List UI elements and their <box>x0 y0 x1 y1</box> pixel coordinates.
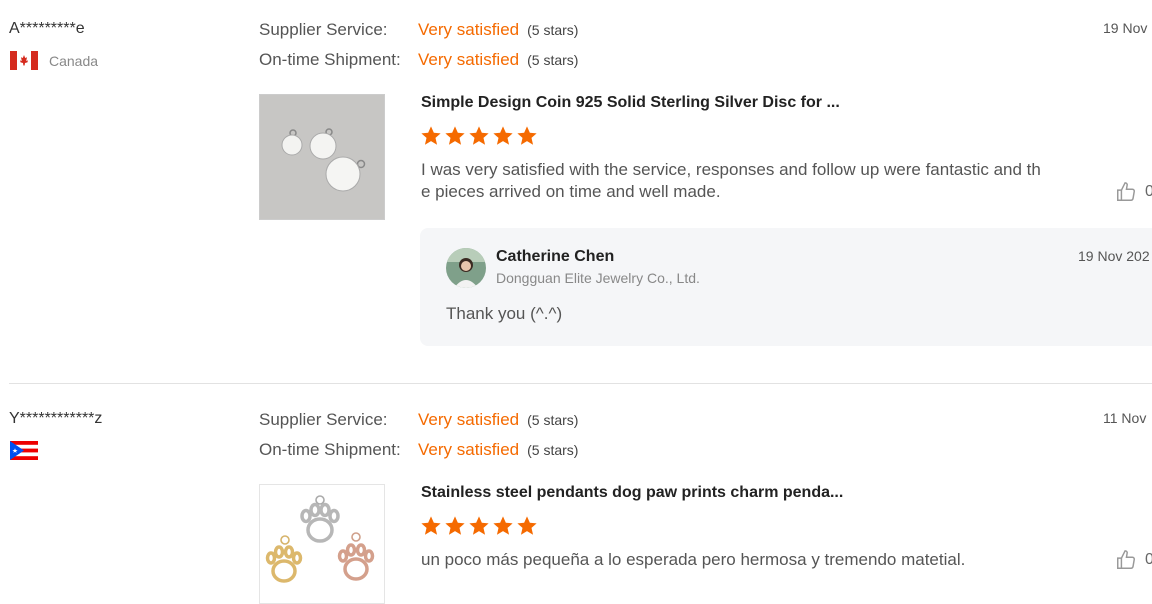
product-title-link[interactable]: Simple Design Coin 925 Solid Sterling Si… <box>421 94 840 112</box>
rating-value: Very satisfied <box>418 410 520 429</box>
product-rating-stars <box>420 125 538 147</box>
star-icon <box>469 516 489 535</box>
reply-company: Dongguan Elite Jewelry Co., Ltd. <box>496 270 700 286</box>
product-image[interactable] <box>259 484 385 604</box>
review-item: Y************z Supplier Service: Very sat… <box>0 390 1152 604</box>
star-icon <box>493 516 513 535</box>
star-icon <box>421 126 441 145</box>
product-rating-stars <box>420 515 538 537</box>
rating-stars-text: (5 stars) <box>527 22 579 38</box>
star-icon <box>445 126 465 145</box>
thumbs-up-icon <box>1117 182 1135 201</box>
avatar <box>446 248 486 288</box>
like-button[interactable]: 0 <box>1115 549 1152 571</box>
star-icon <box>421 516 441 535</box>
review-date: 11 Nov <box>1103 410 1147 426</box>
star-icon <box>493 126 513 145</box>
rating-label: On-time Shipment: <box>259 50 401 69</box>
reply-date: 19 Nov 202 <box>1078 248 1150 264</box>
rating-label: Supplier Service: <box>259 20 388 39</box>
reply-author-name: Catherine Chen <box>496 248 615 265</box>
reply-text: Thank you (^.^) <box>446 304 563 323</box>
rating-value: Very satisfied <box>418 50 520 69</box>
rating-stars-text: (5 stars) <box>527 412 579 428</box>
country-name: Canada <box>49 52 99 69</box>
review-item: A*********e Canada Supplier Service: Very… <box>0 0 1152 380</box>
puerto-rico-flag-icon <box>10 441 38 460</box>
thumbs-up-icon <box>1117 550 1135 569</box>
review-divider <box>9 383 1152 384</box>
rating-value: Very satisfied <box>418 440 520 459</box>
like-count: 0 <box>1145 551 1152 568</box>
product-image[interactable] <box>259 94 385 220</box>
like-button[interactable]: 0 <box>1115 181 1152 203</box>
rating-label: On-time Shipment: <box>259 440 401 459</box>
star-icon <box>469 126 489 145</box>
supplier-service-rating: Supplier Service: Very satisfied (5 stars) <box>259 410 578 430</box>
supplier-service-rating: Supplier Service: Very satisfied (5 stars) <box>259 20 578 40</box>
rating-value: Very satisfied <box>418 20 520 39</box>
canada-flag-icon <box>10 51 38 70</box>
rating-stars-text: (5 stars) <box>527 52 579 68</box>
shipment-rating: On-time Shipment: Very satisfied (5 stars) <box>259 440 578 460</box>
reviewer-name: Y************z <box>9 410 103 427</box>
review-text: I was very satisfied with the service, r… <box>421 160 1041 201</box>
star-icon <box>517 126 537 145</box>
reviewer-name: A*********e <box>9 20 85 37</box>
supplier-reply: Catherine Chen Dongguan Elite Jewelry Co… <box>420 228 1152 346</box>
star-icon <box>517 516 537 535</box>
star-icon <box>445 516 465 535</box>
rating-stars-text: (5 stars) <box>527 442 579 458</box>
review-date: 19 Nov <box>1103 20 1148 36</box>
rating-label: Supplier Service: <box>259 410 388 429</box>
shipment-rating: On-time Shipment: Very satisfied (5 stars) <box>259 50 578 70</box>
reviewer-country: Canada <box>10 51 98 70</box>
like-count: 0 <box>1145 183 1152 200</box>
reviewer-country <box>10 441 38 460</box>
review-text: un poco más pequeña a lo esperada pero h… <box>421 550 966 569</box>
product-title-link[interactable]: Stainless steel pendants dog paw prints … <box>421 484 843 502</box>
